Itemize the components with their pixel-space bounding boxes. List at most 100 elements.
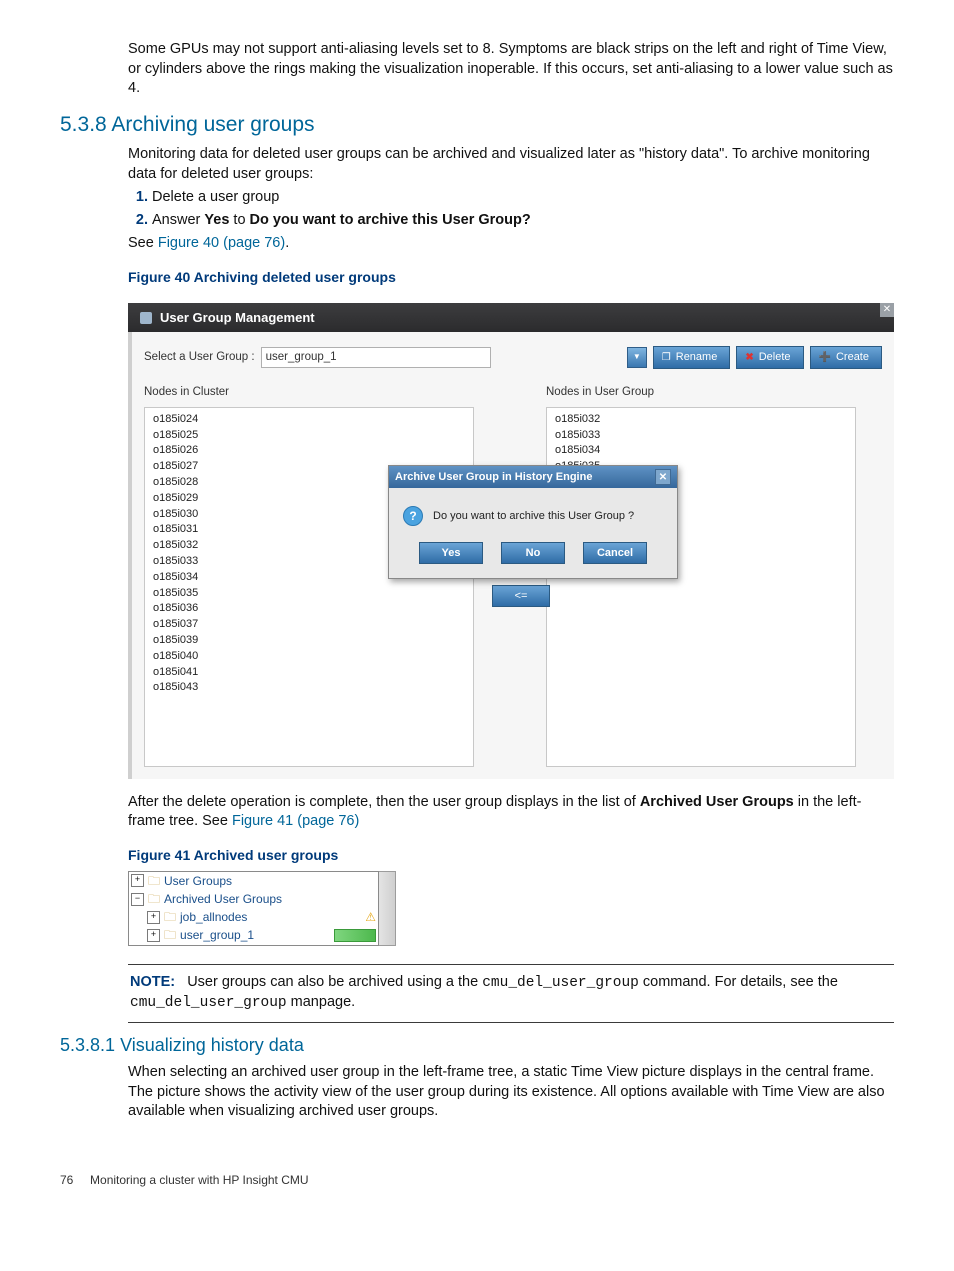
subsection-para: When selecting an archived user group in… <box>128 1063 894 1122</box>
folder-icon: 🗀 <box>164 927 176 943</box>
after-bold: Archived User Groups <box>640 794 794 810</box>
list-item[interactable]: o185i040 <box>153 649 465 665</box>
note-t2: command. For details, see the <box>639 974 838 990</box>
expand-icon[interactable]: + <box>147 911 160 924</box>
figure41: + 🗀 User Groups − 🗀 Archived User Groups… <box>128 871 396 946</box>
archive-dialog: Archive User Group in History Engine ✕ ?… <box>388 465 678 579</box>
delete-button[interactable]: ✖ Delete <box>736 346 803 369</box>
create-button[interactable]: ➕Create <box>810 346 882 369</box>
tree-row-user-group-1[interactable]: + 🗀 user_group_1 <box>129 926 378 944</box>
panel-titlebar: User Group Management <box>128 303 894 333</box>
step2-pre: Answer <box>152 212 204 228</box>
list-item[interactable]: o185i037 <box>153 617 465 633</box>
list-item[interactable]: o185i025 <box>153 428 465 444</box>
cluster-nodes-list[interactable]: o185i024 o185i025 o185i026 o185i027 o185… <box>144 407 474 767</box>
delete-label: Delete <box>759 350 791 365</box>
folder-icon: 🗀 <box>148 873 160 889</box>
list-item[interactable]: o185i033 <box>555 428 847 444</box>
user-group-select[interactable]: user_group_1 <box>261 347 491 368</box>
tree-panel: + 🗀 User Groups − 🗀 Archived User Groups… <box>128 871 379 946</box>
note-t1: User groups can also be archived using a… <box>187 974 482 990</box>
dialog-question: Do you want to archive this User Group ? <box>433 509 634 524</box>
move-left-button[interactable]: <= <box>492 585 550 607</box>
panel-title: User Group Management <box>160 309 315 327</box>
figure40: ✕ User Group Management Select a User Gr… <box>128 303 894 779</box>
section-heading: 5.3.8 Archiving user groups <box>60 111 894 139</box>
subsection-number: 5.3.8.1 <box>60 1035 115 1055</box>
see-post: . <box>285 235 289 251</box>
no-button[interactable]: No <box>501 542 565 564</box>
rename-button[interactable]: ❐ Rename <box>653 346 731 369</box>
close-icon[interactable]: ✕ <box>880 303 894 317</box>
scrollbar[interactable] <box>379 871 396 946</box>
folder-icon: 🗀 <box>148 891 160 907</box>
step2-yes: Yes <box>204 212 229 228</box>
dialog-body: ? Do you want to archive this User Group… <box>389 488 677 536</box>
chevron-down-icon[interactable]: ▼ <box>627 347 647 368</box>
dialog-buttons: Yes No Cancel <box>389 536 677 578</box>
group-nodes-list[interactable]: o185i032 o185i033 o185i034 o185i035 <box>546 407 856 767</box>
note-t3: manpage. <box>287 994 356 1010</box>
page-number: 76 <box>60 1173 73 1187</box>
after-fig40-text: After the delete operation is complete, … <box>128 793 894 832</box>
tree-label: job_allnodes <box>180 909 247 925</box>
select-label: Select a User Group : <box>144 350 255 366</box>
section-number: 5.3.8 <box>60 113 107 136</box>
subsection-title: Visualizing history data <box>120 1035 304 1055</box>
section-title: Archiving user groups <box>111 113 314 136</box>
dialog-title: Archive User Group in History Engine <box>395 470 592 485</box>
panel-body: Select a User Group : user_group_1 ▼ ❐ Re… <box>128 332 894 779</box>
section-intro: Monitoring data for deleted user groups … <box>128 145 894 184</box>
list-item[interactable]: o185i032 <box>555 412 847 428</box>
tree-label: Archived User Groups <box>164 891 282 907</box>
list-item[interactable]: o185i024 <box>153 412 465 428</box>
folder-icon: 🗀 <box>164 909 176 925</box>
step2-question: Do you want to archive this User Group? <box>250 212 531 228</box>
collapse-icon[interactable]: − <box>131 893 144 906</box>
list-item[interactable]: o185i026 <box>153 443 465 459</box>
tree-row-user-groups[interactable]: + 🗀 User Groups <box>129 872 378 890</box>
list-item[interactable]: o185i035 <box>153 586 465 602</box>
cancel-button[interactable]: Cancel <box>583 542 647 564</box>
see-figure-line: See Figure 40 (page 76). <box>128 234 894 254</box>
note-box: NOTE: User groups can also be archived u… <box>128 964 894 1023</box>
step-1: Delete a user group <box>152 188 894 208</box>
question-icon: ? <box>403 506 423 526</box>
expand-icon[interactable]: + <box>131 874 144 887</box>
plus-icon: ➕ <box>819 351 831 365</box>
steps-list: Delete a user group Answer Yes to Do you… <box>128 188 894 230</box>
expand-icon[interactable]: + <box>147 929 160 942</box>
list-item[interactable]: o185i041 <box>153 665 465 681</box>
note-cmd2: cmu_del_user_group <box>130 995 287 1011</box>
yes-button[interactable]: Yes <box>419 542 483 564</box>
rename-label: Rename <box>676 350 718 365</box>
tree-row-archived[interactable]: − 🗀 Archived User Groups <box>129 890 378 908</box>
figure40-link[interactable]: Figure 40 (page 76) <box>158 235 285 251</box>
figure41-link[interactable]: Figure 41 (page 76) <box>232 813 359 829</box>
list-item[interactable]: o185i036 <box>153 601 465 617</box>
intro-paragraph: Some GPUs may not support anti-aliasing … <box>128 40 894 99</box>
note-cmd1: cmu_del_user_group <box>482 975 639 991</box>
tree-row-job-allnodes[interactable]: + 🗀 job_allnodes ⚠ <box>129 908 378 926</box>
tree-label: User Groups <box>164 873 232 889</box>
progress-bar <box>334 929 376 942</box>
dialog-close-icon[interactable]: ✕ <box>655 469 671 485</box>
warning-icon: ⚠ <box>365 909 376 925</box>
group-header: Nodes in User Group <box>546 385 856 401</box>
note-label: NOTE: <box>130 974 175 990</box>
rename-icon: ❐ <box>662 351 671 365</box>
figure40-caption: Figure 40 Archiving deleted user groups <box>128 268 894 287</box>
see-pre: See <box>128 235 158 251</box>
panel-icon <box>140 312 152 324</box>
list-item[interactable]: o185i043 <box>153 680 465 696</box>
figure41-caption: Figure 41 Archived user groups <box>128 846 894 865</box>
toolbar: Select a User Group : user_group_1 ▼ ❐ Re… <box>144 346 882 369</box>
page-footer: 76 Monitoring a cluster with HP Insight … <box>60 1172 894 1188</box>
list-item[interactable]: o185i039 <box>153 633 465 649</box>
tree-label: user_group_1 <box>180 927 254 943</box>
delete-icon: ✖ <box>745 351 753 365</box>
list-item[interactable]: o185i034 <box>555 443 847 459</box>
step2-mid: to <box>229 212 249 228</box>
dialog-titlebar: Archive User Group in History Engine ✕ <box>389 466 677 488</box>
subsection-heading: 5.3.8.1 Visualizing history data <box>60 1033 894 1057</box>
